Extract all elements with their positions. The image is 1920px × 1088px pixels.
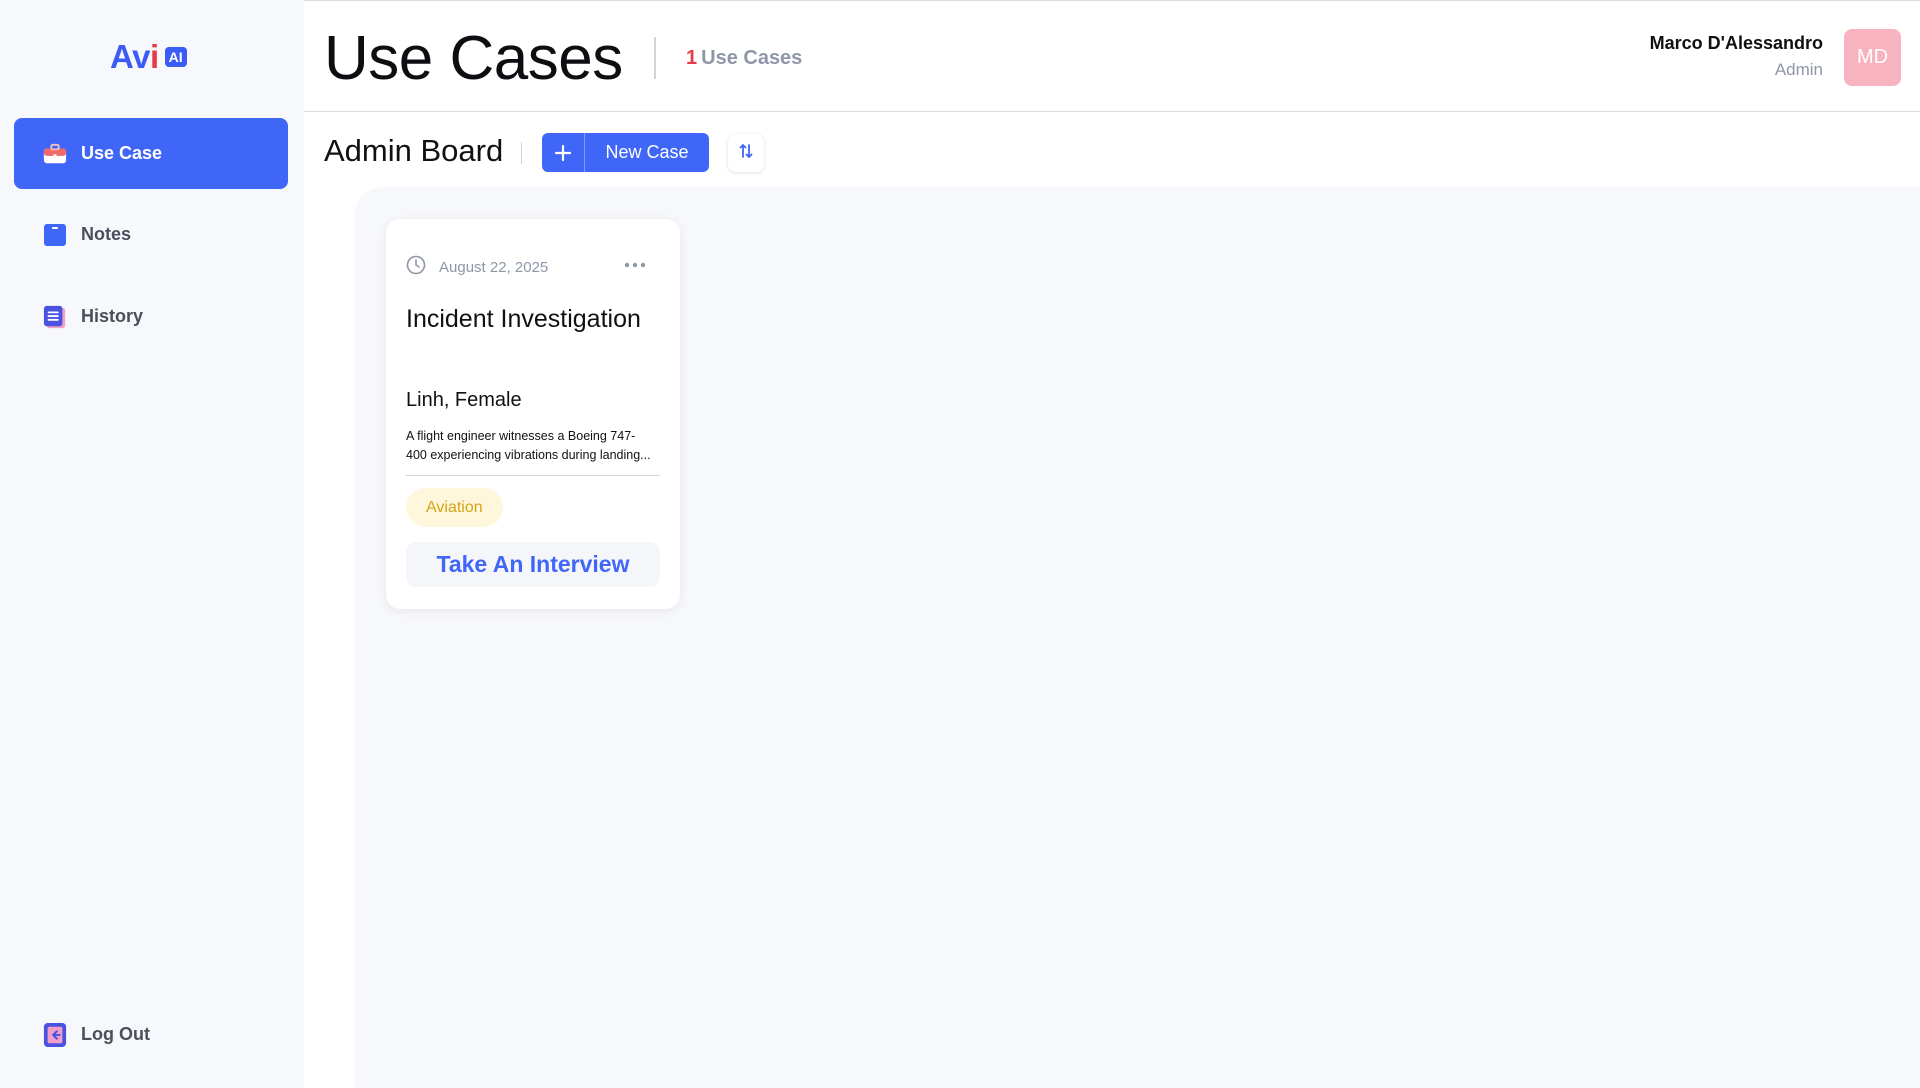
card-person: Linh, Female — [406, 389, 522, 411]
logo-badge: AI — [164, 47, 187, 67]
board-title: Admin Board — [324, 133, 504, 168]
card-date-row: August 22, 2025 — [406, 255, 548, 279]
user-role: Admin — [1774, 60, 1823, 79]
card-title: Incident Investigation — [406, 305, 641, 333]
title-divider — [654, 37, 656, 79]
logout-icon — [43, 1022, 67, 1047]
sidebar-item-use-case[interactable]: Use Case — [14, 118, 288, 189]
card-divider — [406, 475, 660, 476]
app-logo[interactable]: Avi AI — [110, 38, 187, 76]
new-case-label: New Case — [605, 142, 689, 162]
avatar[interactable]: MD — [1844, 29, 1901, 86]
new-case-button[interactable]: New Case — [542, 133, 709, 172]
take-interview-button[interactable]: Take An Interview — [406, 542, 660, 587]
sidebar: Avi AI Use Case Notes History Log Out — [0, 0, 304, 1088]
note-icon — [43, 223, 67, 247]
sidebar-item-label: Notes — [81, 224, 132, 244]
sidebar-item-history[interactable]: History — [14, 281, 288, 352]
sidebar-item-notes[interactable]: Notes — [14, 199, 288, 270]
more-options-icon[interactable] — [624, 255, 646, 269]
card-description-line: A flight engineer witnesses a Boeing 747… — [406, 429, 636, 443]
logout-button[interactable]: Log Out — [14, 999, 288, 1070]
toolbar-divider — [521, 142, 522, 164]
use-case-card[interactable]: August 22, 2025 Incident Investigation L… — [386, 219, 680, 609]
briefcase-icon — [43, 142, 67, 166]
logout-label: Log Out — [81, 1024, 150, 1044]
clock-icon — [406, 255, 426, 279]
card-description: A flight engineer witnesses a Boeing 747… — [406, 427, 661, 465]
logo-text: Avi — [110, 38, 159, 75]
count-label: Use Cases — [701, 47, 803, 69]
user-name: Marco D'Alessandro — [1649, 33, 1823, 53]
use-case-count: 1 Use Cases — [686, 47, 802, 70]
sort-button[interactable] — [728, 134, 764, 172]
plus-icon — [542, 133, 585, 172]
page-header: Use Cases 1 Use Cases Marco D'Alessandro … — [304, 0, 1920, 112]
page-title: Use Cases — [324, 24, 623, 93]
sidebar-item-label: History — [81, 306, 144, 326]
count-number: 1 — [686, 47, 698, 69]
sort-arrows-icon — [739, 142, 753, 165]
card-description-line: 400 experiencing vibrations during landi… — [406, 448, 651, 462]
sidebar-item-label: Use Case — [81, 143, 163, 163]
history-list-icon — [43, 305, 67, 329]
card-date: August 22, 2025 — [439, 258, 549, 276]
category-tag: Aviation — [406, 488, 503, 527]
